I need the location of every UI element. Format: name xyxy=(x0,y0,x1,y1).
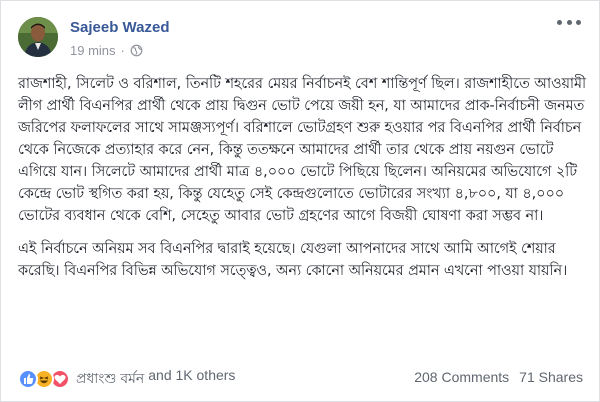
comments-count-link[interactable]: 208 Comments xyxy=(414,369,509,385)
author-name[interactable]: Sajeeb Wazed xyxy=(70,19,169,36)
post-card: Sajeeb Wazed 19 mins · রাজশাহী, সিলেট ও … xyxy=(0,0,600,402)
more-dot xyxy=(576,19,581,25)
reaction-others: and 1K others xyxy=(148,367,236,383)
shares-count-link[interactable]: 71 Shares xyxy=(519,369,583,385)
post-paragraph-1: রাজশাহী, সিলেট ও বরিশাল, তিনটি শহরের মেয… xyxy=(18,76,587,224)
post-meta: 19 mins · xyxy=(70,43,143,58)
post-body: রাজশাহী, সিলেট ও বরিশাল, তিনটি শহরের মেয… xyxy=(18,73,588,293)
profile-photo-icon xyxy=(18,17,58,57)
more-options-icon[interactable] xyxy=(557,15,581,29)
author-avatar[interactable] xyxy=(18,17,58,57)
post-stats: 208 Comments 71 Shares xyxy=(414,369,583,385)
more-dot xyxy=(557,19,562,25)
globe-icon[interactable] xyxy=(130,44,143,57)
post-timestamp[interactable]: 19 mins xyxy=(70,43,116,58)
post-paragraph-2: এই নির্বাচনে অনিয়ম সব বিএনপির দ্বারাই হ… xyxy=(18,241,568,279)
reaction-first-name: প্রধাংশু বর্মন xyxy=(76,370,145,386)
reactions-summary[interactable]: প্রধাংশু বর্মন and 1K others xyxy=(18,367,235,391)
meta-separator: · xyxy=(120,43,125,58)
reaction-names[interactable]: প্রধাংশু বর্মন and 1K others xyxy=(76,367,235,391)
more-dot xyxy=(566,19,572,25)
like-reaction-icon xyxy=(18,369,38,389)
